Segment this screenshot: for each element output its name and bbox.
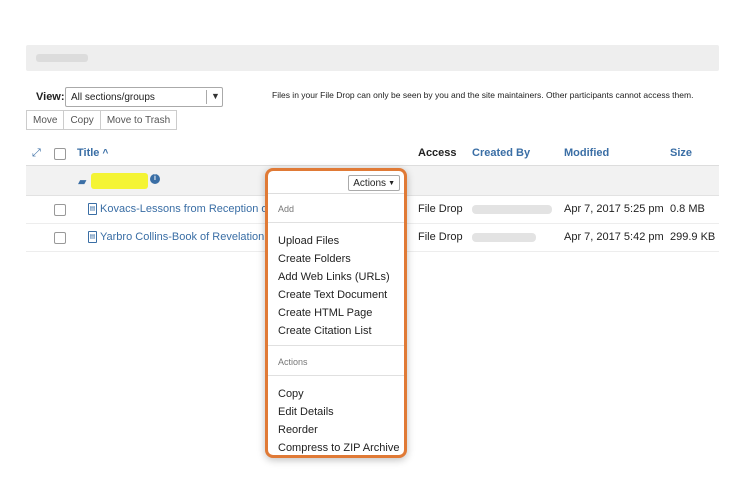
size-cell: 299.9 KB xyxy=(670,231,716,243)
actions-button-label: Actions xyxy=(353,177,387,189)
table-header: ⤢ Title ^ Access Created By Modified Siz… xyxy=(26,140,719,166)
menu-item-create-html-page[interactable]: Create HTML Page xyxy=(278,307,372,319)
toolbar-buttons: Move Copy Move to Trash xyxy=(26,110,178,130)
info-icon[interactable]: i xyxy=(150,174,160,184)
move-button[interactable]: Move xyxy=(26,110,65,130)
menu-item-add-web-links[interactable]: Add Web Links (URLs) xyxy=(278,271,390,283)
actions-button[interactable]: Actions ▼ xyxy=(348,175,400,191)
size-cell: 0.8 MB xyxy=(670,203,705,215)
menu-item-create-text-document[interactable]: Create Text Document xyxy=(278,289,387,301)
blurred-site-title xyxy=(36,54,88,62)
menu-divider xyxy=(268,375,404,376)
row-checkbox[interactable] xyxy=(54,204,66,216)
size-column-header[interactable]: Size xyxy=(670,147,692,159)
caret-down-icon: ▼ xyxy=(211,91,220,101)
file-drop-notice: Files in your File Drop can only be seen… xyxy=(272,90,694,100)
menu-item-upload-files[interactable]: Upload Files xyxy=(278,235,339,247)
sort-ascending-icon: ^ xyxy=(102,148,109,159)
row-checkbox[interactable] xyxy=(54,232,66,244)
access-column-header: Access xyxy=(418,147,457,159)
menu-item-create-folders[interactable]: Create Folders xyxy=(278,253,351,265)
menu-section-add: Add xyxy=(278,204,295,214)
modified-cell: Apr 7, 2017 5:25 pm xyxy=(564,203,664,215)
menu-divider xyxy=(268,345,404,346)
title-column-header[interactable]: Title ^ xyxy=(77,147,108,159)
created-by-column-header[interactable]: Created By xyxy=(472,147,530,159)
caret-down-icon: ▼ xyxy=(388,179,395,187)
file-link[interactable]: Kovacs-Lessons from Reception of xyxy=(100,203,271,215)
view-select-value: All sections/groups xyxy=(71,92,155,103)
menu-item-create-citation-list[interactable]: Create Citation List xyxy=(278,325,372,337)
menu-item-edit-details[interactable]: Edit Details xyxy=(278,406,334,418)
copy-button[interactable]: Copy xyxy=(64,110,101,130)
file-link[interactable]: Yarbro Collins-Book of Revelation.p xyxy=(100,231,273,243)
blurred-creator-name xyxy=(472,205,552,214)
access-cell: File Drop xyxy=(418,231,463,243)
menu-divider xyxy=(268,193,404,194)
pdf-file-icon: ▤ xyxy=(88,231,97,243)
folder-name-highlighted[interactable] xyxy=(91,173,148,189)
menu-divider xyxy=(268,222,404,223)
access-cell: File Drop xyxy=(418,203,463,215)
folder-open-icon[interactable]: ▰ xyxy=(78,175,86,188)
view-label: View: xyxy=(36,91,65,103)
expand-icon[interactable]: ⤢ xyxy=(32,147,41,160)
move-to-trash-button[interactable]: Move to Trash xyxy=(100,110,178,130)
actions-dropdown-menu: Actions ▼ Add Upload Files Create Folder… xyxy=(265,168,407,458)
menu-item-reorder[interactable]: Reorder xyxy=(278,424,318,436)
view-select[interactable]: All sections/groups ▼ xyxy=(65,87,223,107)
select-all-checkbox[interactable] xyxy=(54,148,66,160)
title-header-label: Title xyxy=(77,147,100,159)
menu-item-compress-zip[interactable]: Compress to ZIP Archive xyxy=(278,442,399,454)
site-header-bar xyxy=(26,45,719,71)
blurred-creator-name xyxy=(472,233,536,242)
pdf-file-icon: ▤ xyxy=(88,203,97,215)
modified-cell: Apr 7, 2017 5:42 pm xyxy=(564,231,664,243)
menu-section-actions: Actions xyxy=(278,357,308,367)
select-divider xyxy=(206,90,207,104)
menu-item-copy[interactable]: Copy xyxy=(278,388,304,400)
modified-column-header[interactable]: Modified xyxy=(564,147,609,159)
